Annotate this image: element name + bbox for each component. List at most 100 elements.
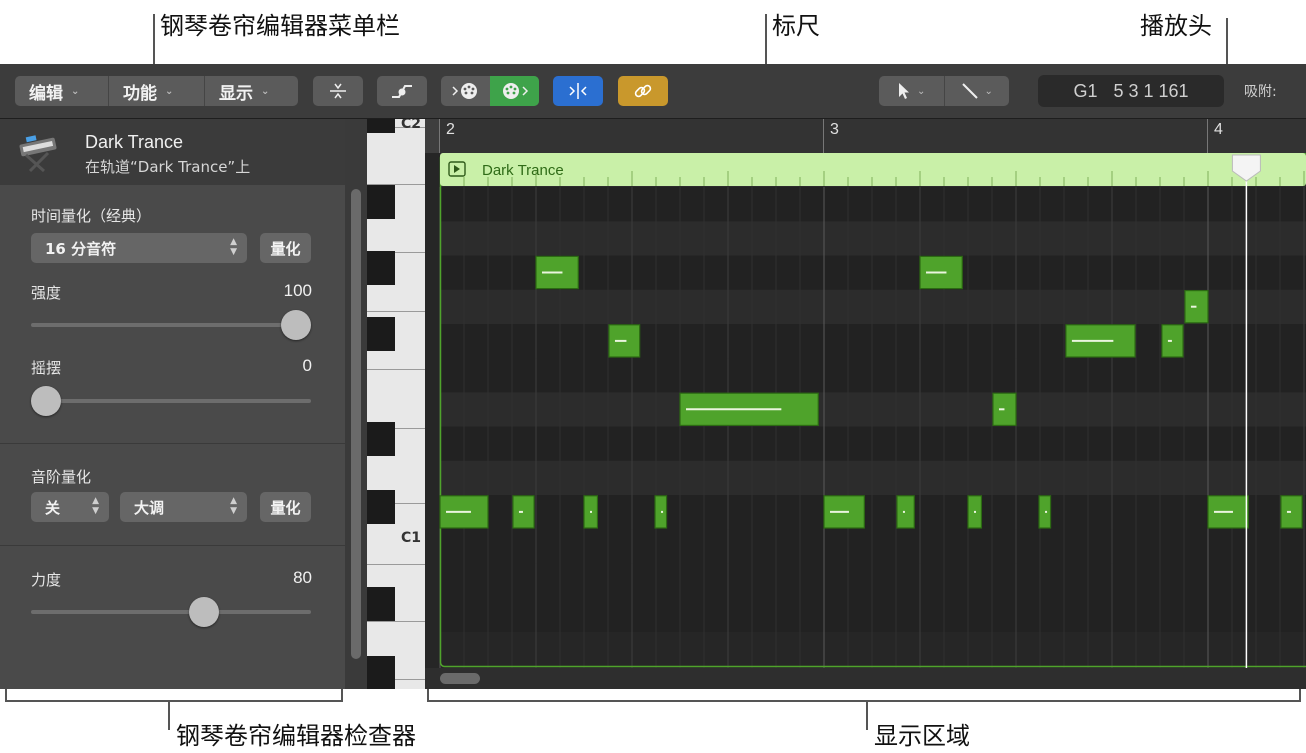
callout-menubar: 钢琴卷帘编辑器菜单栏 <box>160 12 400 40</box>
keyboard-instrument-icon <box>19 135 57 173</box>
chevron-down-icon: ⌄ <box>261 85 270 97</box>
inspector-scrollbar[interactable] <box>345 119 367 689</box>
updown-chevron-icon: ▲ ▼ <box>230 237 237 257</box>
menu-view-label: 显示 <box>219 83 253 104</box>
octave-label-c2: C2 <box>400 119 421 132</box>
midi-note[interactable] <box>654 495 668 529</box>
midi-in-button[interactable] <box>441 76 490 106</box>
left-click-tool-menu[interactable]: ⌄ <box>879 76 945 106</box>
black-key[interactable] <box>367 119 395 133</box>
callout-display-bracket-l <box>427 689 429 701</box>
strength-value: 100 <box>283 281 312 300</box>
midi-note[interactable] <box>1184 290 1209 324</box>
time-quantize-button[interactable]: 量化 <box>260 233 311 263</box>
piano-roll-grid[interactable]: Dark Trance <box>425 153 1306 668</box>
strength-label: 强度 <box>31 284 62 302</box>
midi-in-icon <box>451 83 477 99</box>
callout-inspector-bracket-l <box>5 689 7 701</box>
ruler[interactable]: 2 3 4 <box>425 119 1306 154</box>
pitch-row <box>440 495 1306 530</box>
velocity-value: 80 <box>293 568 312 587</box>
menu-functions[interactable]: 功能 ⌄ <box>109 76 205 106</box>
pitch-row <box>440 358 1306 393</box>
chevron-down-icon: ⌄ <box>71 85 80 97</box>
midi-note[interactable] <box>1280 495 1303 529</box>
chevron-down-icon: ⌄ <box>917 85 926 97</box>
scale-root-select[interactable]: 关 ▲ ▼ <box>31 492 109 522</box>
position-note: G1 <box>1073 80 1098 101</box>
pitch-row <box>440 529 1306 564</box>
scale-type-select[interactable]: 大调 ▲ ▼ <box>120 492 247 522</box>
bar-number: 2 <box>446 121 455 138</box>
pitch-row <box>440 187 1306 222</box>
bar-line <box>1207 119 1208 153</box>
midi-out-icon <box>502 83 528 99</box>
bar-number: 4 <box>1214 121 1223 138</box>
bar-line <box>439 119 440 153</box>
region-name: Dark Trance <box>85 132 184 152</box>
black-key[interactable] <box>367 490 395 524</box>
piano-roll-menubar: 编辑 ⌄ 功能 ⌄ 显示 ⌄ ⌄ ⌄ G1 5 3 1 161 吸附: <box>0 64 1306 119</box>
time-quantize-select[interactable]: 16 分音符 ▲ ▼ <box>31 233 247 263</box>
midi-in-out-group <box>441 76 539 106</box>
collapse-button[interactable] <box>313 76 363 106</box>
time-quantize-value: 16 分音符 <box>45 239 117 258</box>
piano-keyboard[interactable]: C2 C1 <box>367 119 425 689</box>
scale-type-value: 大调 <box>134 498 165 517</box>
chevron-down-icon: ⌄ <box>165 85 174 97</box>
callout-display: 显示区域 <box>874 722 970 750</box>
position-display: G1 5 3 1 161 <box>1038 75 1224 107</box>
strength-slider-track[interactable] <box>31 323 311 327</box>
white-key[interactable] <box>367 370 425 429</box>
swing-label: 摇摆 <box>31 359 62 377</box>
white-key[interactable] <box>367 128 425 185</box>
automation-button[interactable] <box>377 76 427 106</box>
black-key[interactable] <box>367 422 395 456</box>
midi-note[interactable] <box>512 495 535 529</box>
octave-label-c1: C1 <box>400 530 421 546</box>
section-divider <box>0 545 345 546</box>
scrollbar-thumb[interactable] <box>440 673 480 684</box>
velocity-slider-knob[interactable] <box>188 597 219 627</box>
pencil-tool-icon <box>961 83 978 99</box>
link-button[interactable] <box>618 76 668 106</box>
display-area[interactable]: Dark Trance <box>425 153 1306 668</box>
catch-playhead-button[interactable] <box>553 76 603 106</box>
midi-note[interactable] <box>1161 324 1184 358</box>
black-key[interactable] <box>367 185 395 219</box>
menu-edit[interactable]: 编辑 ⌄ <box>15 76 109 106</box>
horizontal-scrollbar[interactable] <box>425 668 1306 689</box>
pitch-row <box>440 392 1306 427</box>
callout-inspector: 钢琴卷帘编辑器检查器 <box>176 722 416 750</box>
black-key[interactable] <box>367 587 395 621</box>
velocity-slider-track[interactable] <box>31 610 311 614</box>
swing-slider-track[interactable] <box>31 399 311 403</box>
midi-note[interactable] <box>992 392 1017 426</box>
scale-root-value: 关 <box>45 498 61 517</box>
strength-slider-knob[interactable] <box>281 310 311 340</box>
region-header-bar[interactable] <box>440 153 1306 186</box>
piano-roll-editor: 编辑 ⌄ 功能 ⌄ 显示 ⌄ ⌄ ⌄ G1 5 3 1 161 吸附: Dark… <box>0 64 1306 689</box>
midi-note[interactable] <box>896 495 915 529</box>
menu-view[interactable]: 显示 ⌄ <box>205 76 298 106</box>
region-start-marker <box>425 119 440 153</box>
scrollbar-thumb[interactable] <box>351 189 361 659</box>
automation-curve-icon <box>392 85 412 98</box>
midi-out-button[interactable] <box>490 76 539 106</box>
scale-quantize-button[interactable]: 量化 <box>260 492 311 522</box>
tool-group: ⌄ ⌄ <box>879 76 1009 106</box>
black-key[interactable] <box>367 251 395 285</box>
midi-note[interactable] <box>1038 495 1052 529</box>
link-icon <box>634 84 652 98</box>
black-key[interactable] <box>367 317 395 351</box>
right-click-tool-menu[interactable]: ⌄ <box>945 76 1010 106</box>
black-key[interactable] <box>367 656 395 689</box>
catch-playhead-icon <box>569 83 587 99</box>
callout-display-stem <box>866 700 868 730</box>
section-divider <box>0 443 345 444</box>
swing-slider-knob[interactable] <box>31 386 61 416</box>
callout-inspector-bracket-r <box>341 689 343 701</box>
callout-inspector-bracket <box>5 700 343 702</box>
bar-line <box>823 119 824 153</box>
snap-label: 吸附: <box>1244 84 1277 100</box>
